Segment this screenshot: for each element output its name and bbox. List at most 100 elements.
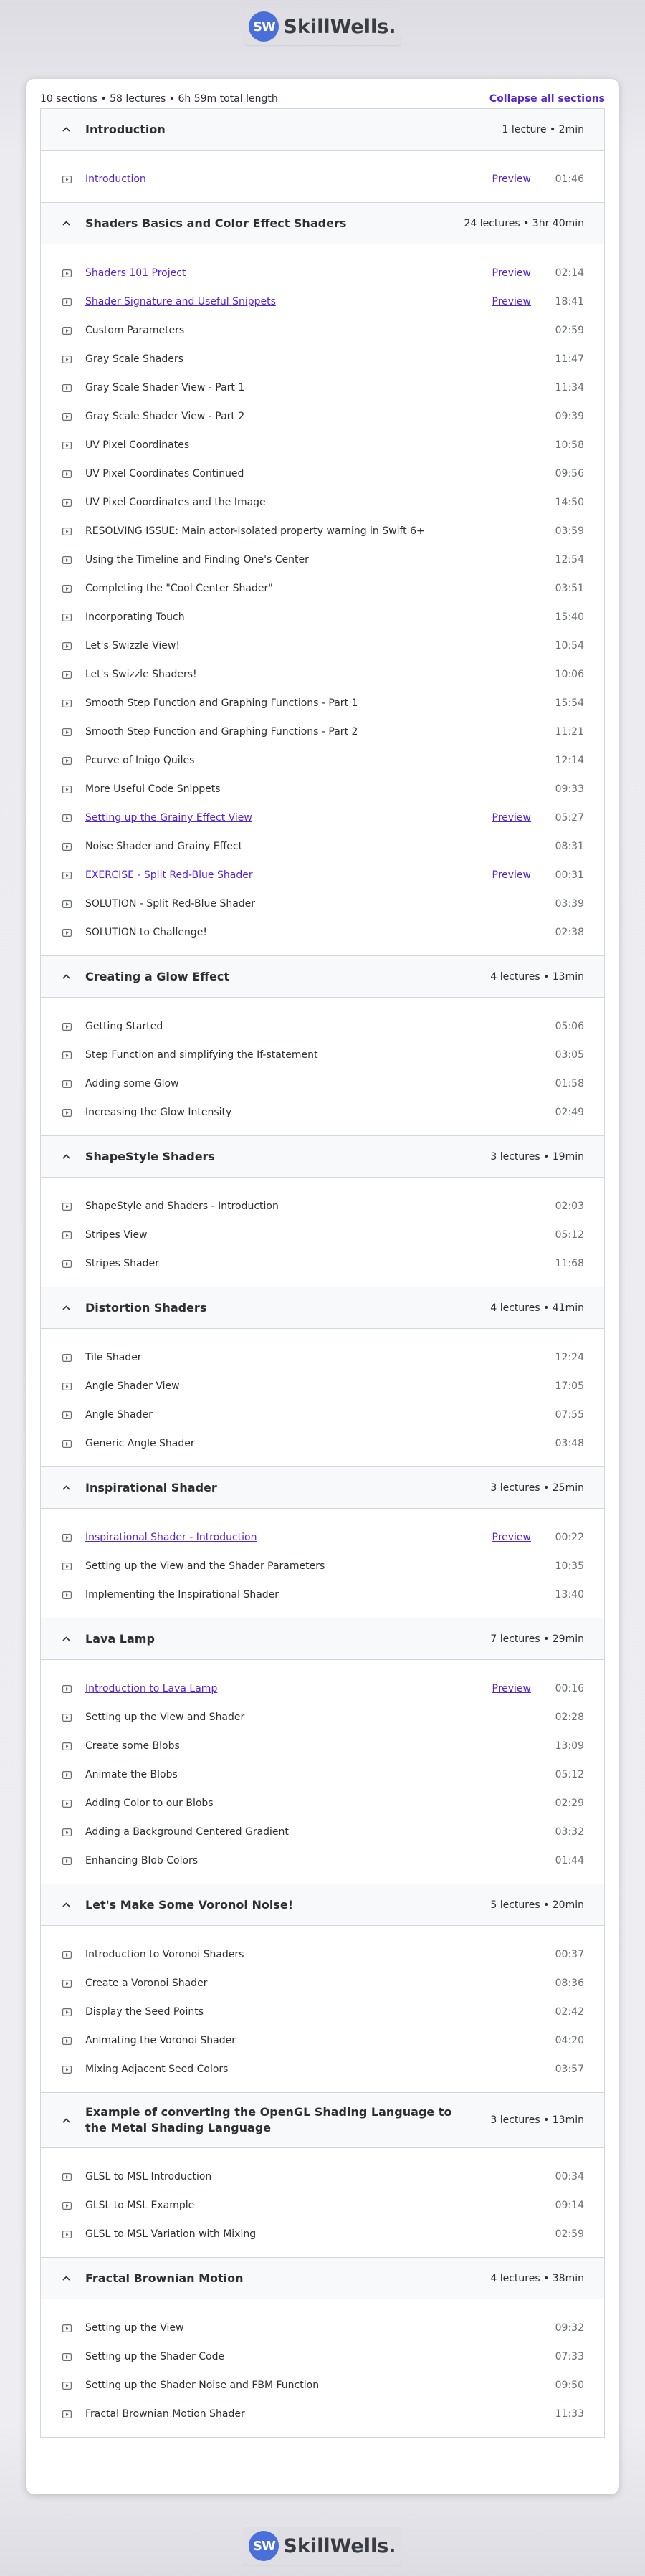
section-title: Lava Lamp bbox=[85, 1631, 155, 1646]
lecture-item[interactable]: Inspirational Shader - Introduction Previ… bbox=[41, 1523, 604, 1552]
lecture-title: Tile Shader bbox=[85, 1352, 142, 1363]
lecture-title: Increasing the Glow Intensity bbox=[85, 1107, 232, 1118]
video-icon bbox=[62, 1201, 72, 1211]
section-title: Let's Make Some Voronoi Noise! bbox=[85, 1897, 294, 1912]
video-icon bbox=[62, 1561, 72, 1571]
section-header[interactable]: Introduction 1 lecture • 2min bbox=[41, 108, 604, 151]
lecture-title[interactable]: Introduction to Lava Lamp bbox=[85, 1683, 492, 1694]
curriculum-section: Fractal Brownian Motion 4 lectures • 38mi… bbox=[41, 2257, 604, 2437]
lecture-item[interactable]: Shader Signature and Useful Snippets Prev… bbox=[41, 287, 604, 316]
lecture-item[interactable]: Setting up the Grainy Effect View Preview… bbox=[41, 803, 604, 832]
video-icon bbox=[62, 1259, 72, 1269]
section-title: Example of converting the OpenGL Shading… bbox=[85, 2105, 452, 2134]
lecture-duration: 00:37 bbox=[555, 1949, 584, 1960]
lecture-title: Noise Shader and Grainy Effect bbox=[85, 841, 243, 852]
section-title: Distortion Shaders bbox=[85, 1300, 207, 1315]
chevron-up-icon[interactable] bbox=[62, 1636, 72, 1641]
lecture-item: Smooth Step Function and Graphing Functi… bbox=[41, 689, 604, 717]
chevron-up-icon[interactable] bbox=[62, 1485, 72, 1490]
chevron-up-icon[interactable] bbox=[62, 1305, 72, 1310]
video-icon bbox=[62, 784, 72, 794]
lecture-item[interactable]: EXERCISE - Split Red-Blue Shader Preview 0… bbox=[41, 861, 604, 889]
video-icon bbox=[62, 1590, 72, 1600]
lecture-item: Setting up the Shader Code 07:33 bbox=[41, 2342, 604, 2371]
lecture-title: Smooth Step Function and Graphing Functi… bbox=[85, 726, 358, 738]
lecture-item[interactable]: Shaders 101 Project Preview 02:14 bbox=[41, 259, 604, 287]
lecture-title: Gray Scale Shaders bbox=[85, 353, 183, 365]
curriculum-section: ShapeStyle Shaders 3 lectures • 19min Shap… bbox=[41, 1135, 604, 1287]
lecture-list: Setting up the View 09:32 Setting up the S… bbox=[41, 2299, 604, 2437]
video-icon bbox=[62, 755, 72, 765]
lecture-title: Gray Scale Shader View - Part 1 bbox=[85, 382, 245, 393]
lecture-item[interactable]: Introduction Preview 01:46 bbox=[41, 165, 604, 194]
chevron-up-icon[interactable] bbox=[62, 1902, 72, 1907]
section-header[interactable]: Lava Lamp 7 lectures • 29min bbox=[41, 1618, 604, 1660]
lecture-item: Fractal Brownian Motion Shader 11:33 bbox=[41, 2400, 604, 2428]
video-icon bbox=[62, 440, 72, 450]
lecture-title[interactable]: Setting up the Grainy Effect View bbox=[85, 812, 492, 824]
chevron-up-icon[interactable] bbox=[62, 974, 72, 979]
lecture-duration: 14:50 bbox=[555, 497, 584, 508]
video-icon bbox=[62, 841, 72, 851]
collapse-all-button[interactable]: Collapse all sections bbox=[489, 93, 605, 105]
section-header[interactable]: Example of converting the OpenGL Shading… bbox=[41, 2092, 604, 2148]
lecture-item: RESOLVING ISSUE: Main actor-isolated pro… bbox=[41, 517, 604, 545]
chevron-up-icon[interactable] bbox=[62, 2276, 72, 2281]
section-meta: 24 lectures • 3hr 40min bbox=[464, 217, 584, 229]
lecture-item[interactable]: Introduction to Lava Lamp Preview 00:16 bbox=[41, 1674, 604, 1703]
lecture-item: Setting up the View 09:32 bbox=[41, 2314, 604, 2342]
lecture-title[interactable]: Shader Signature and Useful Snippets bbox=[85, 296, 492, 307]
section-header[interactable]: Fractal Brownian Motion 4 lectures • 38mi… bbox=[41, 2257, 604, 2299]
video-icon bbox=[62, 2323, 72, 2333]
section-header[interactable]: Inspirational Shader 3 lectures • 25min bbox=[41, 1466, 604, 1509]
preview-link[interactable]: Preview bbox=[492, 173, 532, 185]
lecture-title[interactable]: Inspirational Shader - Introduction bbox=[85, 1532, 492, 1543]
lecture-title: RESOLVING ISSUE: Main actor-isolated pro… bbox=[85, 525, 425, 537]
lecture-item: Display the Seed Points 02:42 bbox=[41, 1998, 604, 2026]
preview-link[interactable]: Preview bbox=[492, 1683, 532, 1694]
lecture-duration: 05:06 bbox=[555, 1021, 584, 1032]
lecture-duration: 11:33 bbox=[555, 2408, 584, 2420]
lecture-list: GLSL to MSL Introduction 00:34 GLSL to MSL… bbox=[41, 2148, 604, 2257]
preview-link[interactable]: Preview bbox=[492, 812, 532, 824]
section-meta: 3 lectures • 19min bbox=[490, 1150, 584, 1163]
lecture-title: Display the Seed Points bbox=[85, 2006, 204, 2018]
lecture-title[interactable]: Shaders 101 Project bbox=[85, 267, 492, 279]
lecture-duration: 00:22 bbox=[555, 1532, 584, 1543]
video-icon bbox=[62, 641, 72, 651]
preview-link[interactable]: Preview bbox=[492, 869, 532, 881]
lecture-title: GLSL to MSL Example bbox=[85, 2200, 195, 2211]
video-icon bbox=[62, 1230, 72, 1240]
lecture-item: Incorporating Touch 15:40 bbox=[41, 603, 604, 631]
lecture-title: SOLUTION - Split Red-Blue Shader bbox=[85, 898, 256, 910]
chevron-up-icon[interactable] bbox=[62, 1154, 72, 1159]
lecture-item: Adding some Glow 01:58 bbox=[41, 1069, 604, 1098]
section-header[interactable]: Let's Make Some Voronoi Noise! 5 lectures… bbox=[41, 1884, 604, 1926]
section-header[interactable]: Creating a Glow Effect 4 lectures • 13min bbox=[41, 955, 604, 998]
lecture-title: Implementing the Inspirational Shader bbox=[85, 1589, 280, 1601]
lecture-item: Increasing the Glow Intensity 02:49 bbox=[41, 1098, 604, 1127]
section-header[interactable]: Distortion Shaders 4 lectures • 41min bbox=[41, 1287, 604, 1329]
video-icon bbox=[62, 1978, 72, 1988]
lecture-title: Fractal Brownian Motion Shader bbox=[85, 2408, 245, 2420]
lecture-item: Animate the Blobs 05:12 bbox=[41, 1760, 604, 1789]
preview-link[interactable]: Preview bbox=[492, 296, 532, 307]
lecture-title: Angle Shader bbox=[85, 1409, 153, 1421]
preview-link[interactable]: Preview bbox=[492, 267, 532, 279]
video-icon bbox=[62, 1381, 72, 1391]
section-meta: 3 lectures • 13min bbox=[490, 2114, 584, 2126]
lecture-duration: 03:57 bbox=[555, 2064, 584, 2075]
lecture-duration: 13:09 bbox=[555, 1740, 584, 1752]
preview-link[interactable]: Preview bbox=[492, 1532, 532, 1543]
lecture-duration: 03:59 bbox=[555, 525, 584, 537]
chevron-up-icon[interactable] bbox=[62, 127, 72, 132]
lecture-title[interactable]: EXERCISE - Split Red-Blue Shader bbox=[85, 869, 492, 881]
chevron-up-icon[interactable] bbox=[62, 2117, 72, 2123]
section-header[interactable]: ShapeStyle Shaders 3 lectures • 19min bbox=[41, 1135, 604, 1178]
chevron-up-icon[interactable] bbox=[62, 221, 72, 226]
section-header[interactable]: Shaders Basics and Color Effect Shaders 2… bbox=[41, 202, 604, 244]
video-icon bbox=[62, 174, 72, 184]
lecture-title[interactable]: Introduction bbox=[85, 173, 492, 185]
lecture-item: UV Pixel Coordinates and the Image 14:50 bbox=[41, 488, 604, 517]
lecture-title: Animating the Voronoi Shader bbox=[85, 2035, 236, 2046]
